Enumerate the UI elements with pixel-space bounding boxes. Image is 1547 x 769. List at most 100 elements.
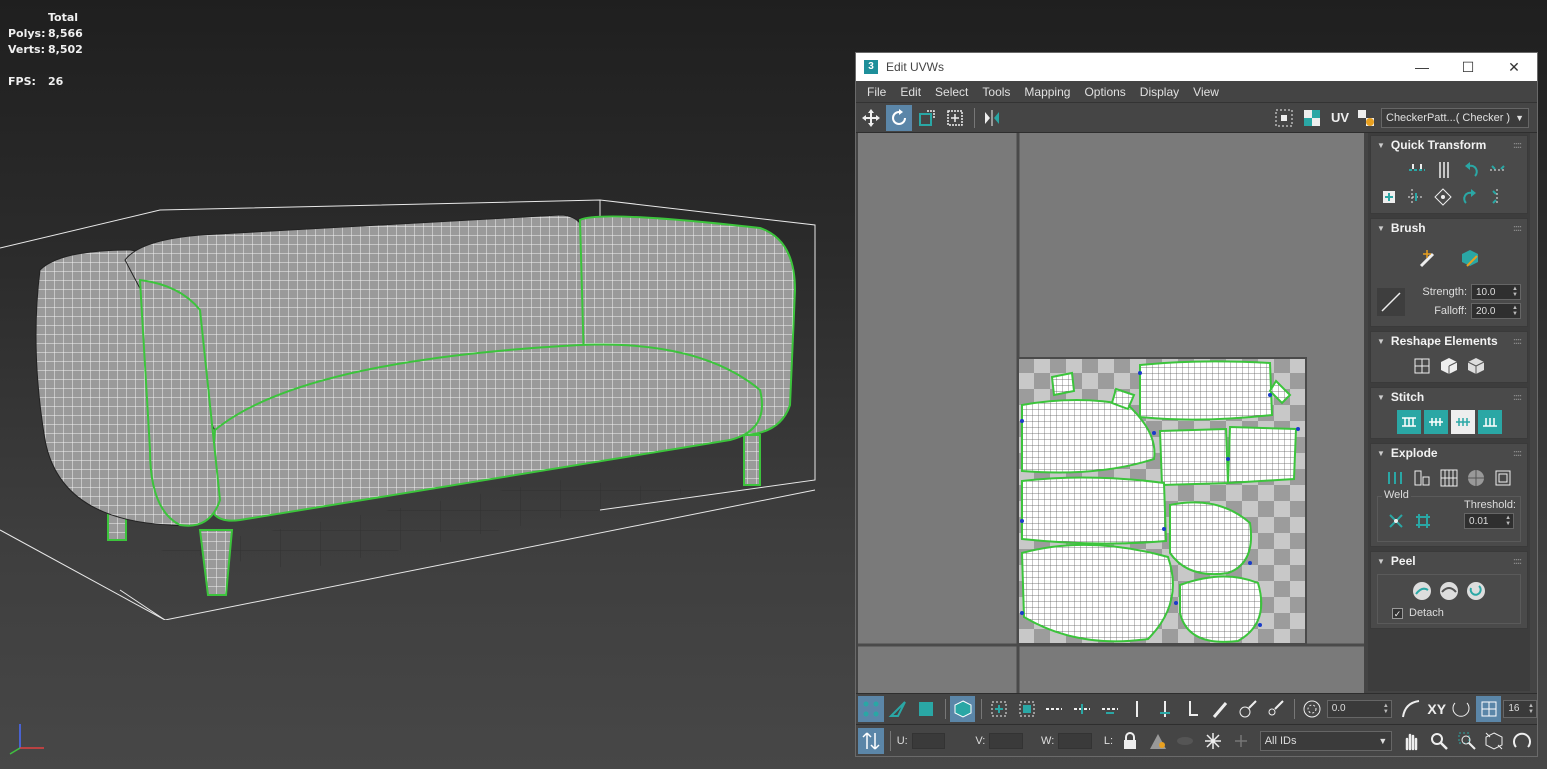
reshape-elements-header[interactable]: ▼ Reshape Elements ::::: [1371, 332, 1527, 350]
show-grid-icon[interactable]: [1271, 105, 1297, 131]
menu-tools[interactable]: Tools: [975, 85, 1017, 99]
reset-peel-icon[interactable]: [1464, 579, 1488, 603]
edit-uvws-window[interactable]: 3 Edit UVWs — ☐ ✕ File Edit Select Tools…: [855, 52, 1538, 757]
freeze-selection-icon[interactable]: [1200, 728, 1226, 754]
detach-edge-icon[interactable]: [1410, 466, 1434, 490]
quick-transform-header[interactable]: ▼ Quick Transform ::::: [1371, 136, 1527, 154]
space-vertical-icon[interactable]: [1485, 185, 1509, 209]
rotation-spinner[interactable]: 0.0 ▲ ▼: [1326, 699, 1392, 718]
explode-header[interactable]: ▼ Explode ::::: [1371, 444, 1527, 462]
grid-snap-icon[interactable]: [1475, 695, 1502, 722]
stitch-header[interactable]: ▼ Stitch ::::: [1371, 388, 1527, 406]
shrink-ring-icon[interactable]: [1180, 696, 1206, 722]
align-horizontal-icon[interactable]: [1405, 158, 1429, 182]
scale-icon[interactable]: [914, 105, 940, 131]
align-to-edge-icon[interactable]: [1404, 185, 1428, 209]
relax-until-flat-icon[interactable]: [1437, 354, 1461, 378]
stitch-average-icon[interactable]: [1450, 410, 1475, 434]
uv-space-label[interactable]: UV: [1331, 110, 1349, 125]
w-field[interactable]: [1058, 732, 1092, 749]
quick-peel-icon[interactable]: [1410, 579, 1434, 603]
zoom-region-icon[interactable]: [1454, 728, 1480, 754]
threshold-spinner[interactable]: 0.01 ▲ ▼: [1464, 513, 1515, 529]
break-icon[interactable]: [1383, 466, 1407, 490]
align-vertical-icon[interactable]: [1432, 158, 1456, 182]
spinner-arrows-icon[interactable]: ▲ ▼: [1505, 515, 1513, 527]
grow-ring-icon[interactable]: [1152, 696, 1178, 722]
absolute-offset-icon[interactable]: [858, 727, 884, 754]
relax-brush-icon[interactable]: [1458, 247, 1482, 271]
space-horizontal-icon[interactable]: [1486, 158, 1510, 182]
stitch-to-source-icon[interactable]: [1423, 410, 1448, 434]
align-center-icon[interactable]: [1431, 185, 1455, 209]
detach-checkbox[interactable]: ✓: [1392, 607, 1403, 619]
window-titlebar[interactable]: 3 Edit UVWs — ☐ ✕: [856, 53, 1537, 81]
menu-edit[interactable]: Edit: [893, 85, 928, 99]
unhide-all-icon[interactable]: [1173, 728, 1199, 754]
zoom-icon[interactable]: [1426, 728, 1452, 754]
freeform-icon[interactable]: [942, 105, 968, 131]
hide-selection-icon[interactable]: [1145, 728, 1171, 754]
spinner-arrows-icon[interactable]: ▲ ▼: [1383, 703, 1391, 715]
grow-loop-icon[interactable]: [1069, 696, 1095, 722]
flatten-by-material-id-icon[interactable]: [1491, 466, 1515, 490]
material-ids-dropdown[interactable]: All IDs ▼: [1259, 730, 1393, 751]
paint-select-icon[interactable]: [1207, 696, 1233, 722]
grid-size-spinner[interactable]: 16 ▲ ▼: [1503, 699, 1537, 718]
rotate-icon[interactable]: [886, 104, 912, 131]
straighten-selection-icon[interactable]: [1410, 354, 1434, 378]
rotate-ccw-icon[interactable]: [1459, 158, 1483, 182]
ring-select-icon[interactable]: [1124, 696, 1150, 722]
close-button[interactable]: ✕: [1491, 53, 1537, 81]
brush-header[interactable]: ▼ Brush ::::: [1371, 219, 1527, 237]
spinner-arrows-icon[interactable]: ▲ ▼: [1512, 305, 1520, 317]
menu-file[interactable]: File: [860, 85, 893, 99]
edge-select-icon[interactable]: [886, 696, 912, 722]
relax-icon[interactable]: [1464, 354, 1488, 378]
soft-selection-icon[interactable]: [1299, 696, 1325, 722]
vertex-select-icon[interactable]: [858, 695, 884, 722]
menu-display[interactable]: Display: [1133, 85, 1186, 99]
pan-hand-icon[interactable]: [1398, 728, 1424, 754]
stitch-to-target-icon[interactable]: [1477, 410, 1502, 434]
move-icon[interactable]: [858, 105, 884, 131]
u-field[interactable]: [911, 732, 946, 749]
texture-dropdown[interactable]: CheckerPatt...( Checker ) ▼: [1381, 107, 1529, 128]
strength-spinner[interactable]: 10.0 ▲ ▼: [1471, 284, 1521, 300]
xy-space-label[interactable]: XY: [1427, 701, 1446, 717]
flatten-by-smoothing-group-icon[interactable]: [1464, 466, 1488, 490]
help-icon[interactable]: [1509, 728, 1535, 754]
weld-target-icon[interactable]: [1411, 509, 1435, 533]
polygon-select-icon[interactable]: [913, 696, 939, 722]
grow-selection-icon[interactable]: [986, 696, 1012, 722]
uv-editor-canvas[interactable]: [858, 133, 1364, 693]
menu-options[interactable]: Options: [1077, 85, 1132, 99]
shrink-selection-icon[interactable]: [1014, 696, 1040, 722]
mirror-icon[interactable]: [979, 105, 1005, 131]
lock-selection-icon[interactable]: [1117, 728, 1143, 754]
unfreeze-all-icon[interactable]: [1228, 728, 1254, 754]
rotate-cw-icon[interactable]: [1458, 185, 1482, 209]
checker-settings-icon[interactable]: [1353, 105, 1379, 131]
weld-selected-icon[interactable]: [1384, 509, 1408, 533]
brush-falloff-curve-icon[interactable]: [1377, 287, 1405, 316]
shrink-brush-icon[interactable]: [1263, 696, 1289, 722]
element-select-icon[interactable]: [949, 695, 976, 722]
minimize-button[interactable]: —: [1399, 53, 1445, 81]
flatten-by-polygon-angle-icon[interactable]: [1437, 466, 1461, 490]
v-field[interactable]: [989, 732, 1024, 749]
set-pivot-icon[interactable]: [1377, 185, 1401, 209]
shrink-loop-icon[interactable]: [1097, 696, 1123, 722]
spinner-arrows-icon[interactable]: ▲ ▼: [1512, 286, 1520, 298]
paint-move-icon[interactable]: [1416, 247, 1440, 271]
zoom-extents-icon[interactable]: [1482, 728, 1508, 754]
peel-mode-icon[interactable]: [1437, 579, 1461, 603]
enlarge-brush-icon[interactable]: [1235, 696, 1261, 722]
maximize-button[interactable]: ☐: [1445, 53, 1491, 81]
snap-icon[interactable]: [1448, 696, 1474, 722]
sofa-mesh-wireframe[interactable]: [0, 190, 830, 620]
menu-mapping[interactable]: Mapping: [1017, 85, 1077, 99]
menu-view[interactable]: View: [1186, 85, 1226, 99]
loop-select-icon[interactable]: [1042, 696, 1068, 722]
falloff-spinner[interactable]: 20.0 ▲ ▼: [1471, 303, 1521, 319]
